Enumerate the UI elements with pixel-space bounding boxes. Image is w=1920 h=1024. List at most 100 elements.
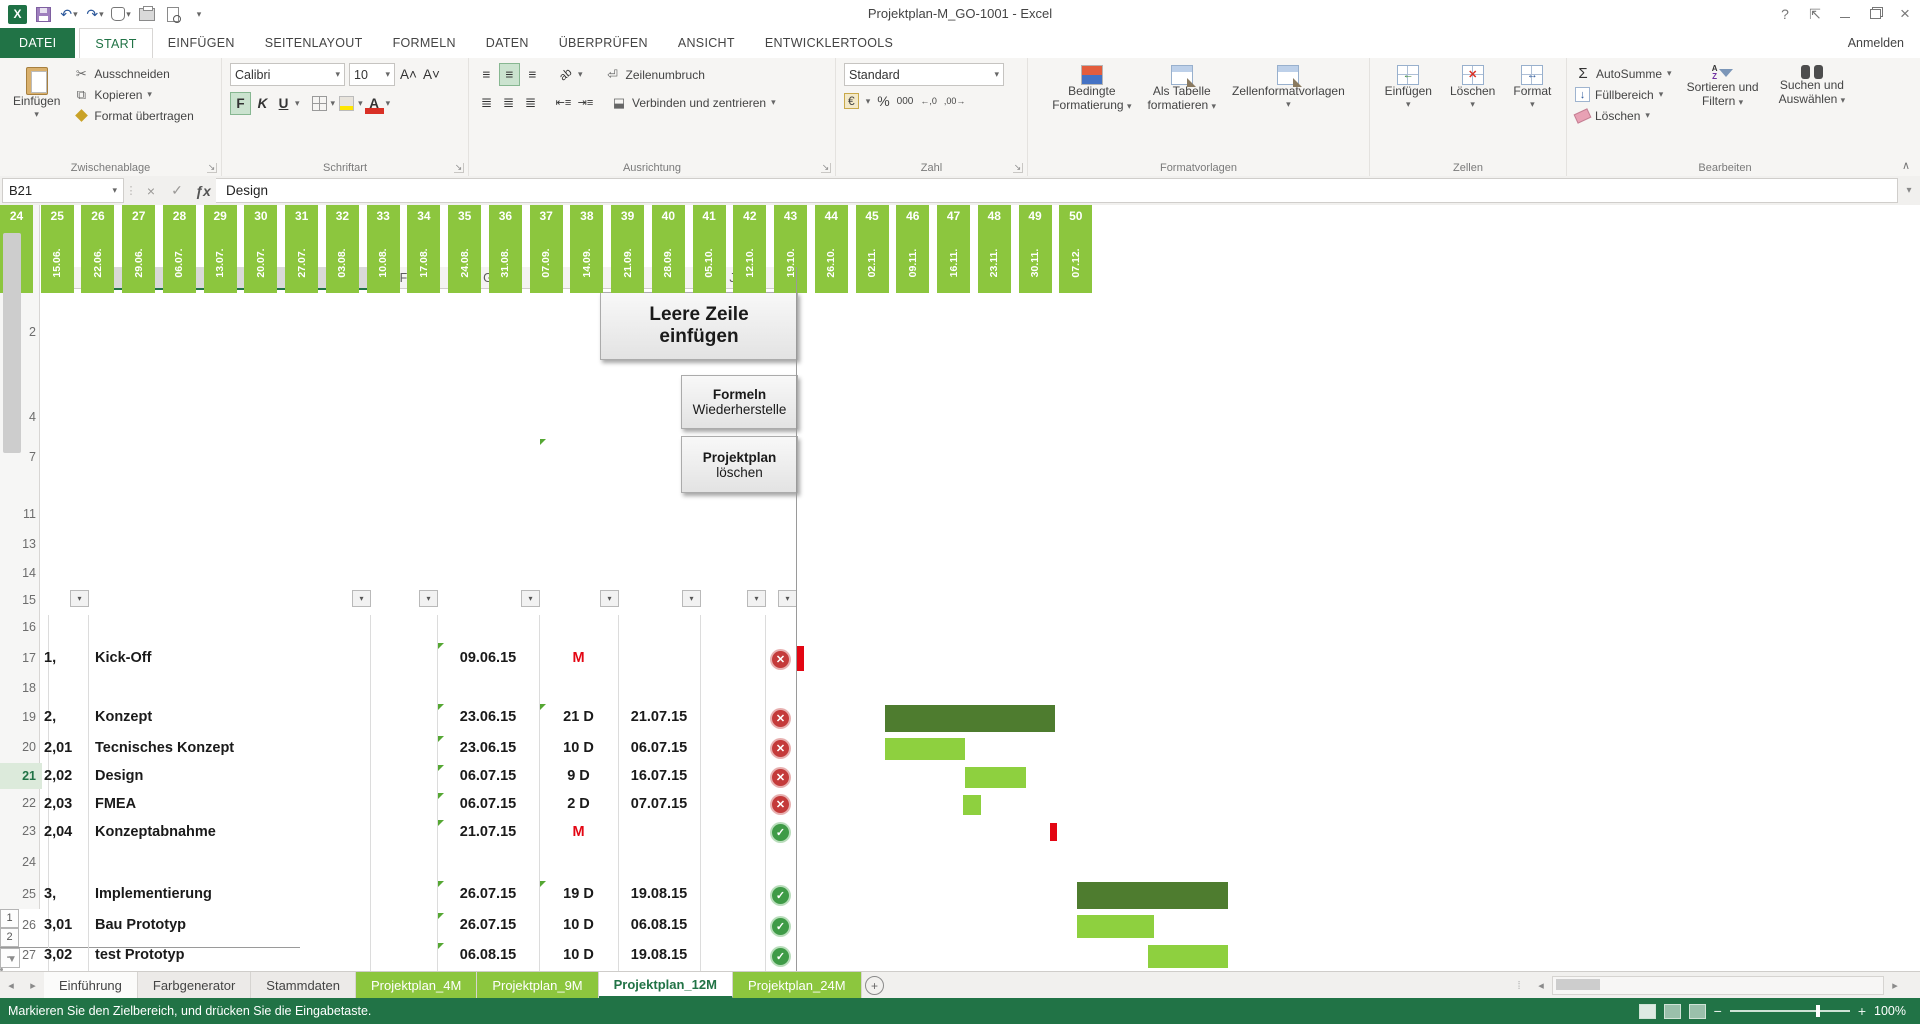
cut-button[interactable]: ✂Ausschneiden: [73, 63, 193, 84]
vscroll-down-icon[interactable]: ▼: [0, 947, 24, 971]
redo-icon[interactable]: ↷▾: [85, 4, 105, 24]
delete-plan-button[interactable]: Projektplanlöschen: [681, 436, 798, 493]
zoom-level[interactable]: 100%: [1874, 1004, 1906, 1018]
align-top-icon[interactable]: ≡: [477, 64, 496, 85]
cell-ende[interactable]: 07.07.15: [618, 796, 700, 812]
enter-icon[interactable]: ✓: [164, 176, 190, 205]
align-left-icon[interactable]: ≣: [477, 92, 496, 113]
new-sheet-button[interactable]: +: [862, 972, 888, 999]
row-header-21[interactable]: 21: [0, 763, 42, 789]
tab-überprüfen[interactable]: ÜBERPRÜFEN: [544, 28, 663, 58]
normal-view-icon[interactable]: [1639, 1004, 1656, 1019]
hscroll-thumb[interactable]: [1556, 979, 1600, 990]
cell-nr[interactable]: 3,01: [44, 917, 72, 933]
borders-dropdown-icon[interactable]: ▾: [331, 98, 336, 109]
row-header-17[interactable]: 17: [0, 641, 42, 675]
tab-datei[interactable]: DATEI: [0, 28, 75, 58]
decrease-decimal-icon[interactable]: ,00→: [944, 96, 966, 106]
page-break-view-icon[interactable]: [1689, 1004, 1706, 1019]
cell-start[interactable]: 21.07.15: [437, 824, 539, 840]
row-header-13[interactable]: 13: [0, 535, 42, 553]
format-cells-button[interactable]: ↔ Format▾: [1508, 63, 1556, 111]
cell-task[interactable]: Kick-Off: [95, 650, 151, 666]
align-middle-icon[interactable]: ≡: [499, 63, 520, 86]
cell-start[interactable]: 23.06.15: [437, 709, 539, 725]
fill-button[interactable]: ↓Füllbereich ▾: [1575, 84, 1672, 105]
cell-nr[interactable]: 2,01: [44, 740, 72, 756]
minimize-icon[interactable]: [1830, 2, 1860, 26]
help-icon[interactable]: ?: [1770, 2, 1800, 26]
restore-formulas-button[interactable]: FormelnWiederherstelle: [681, 375, 798, 429]
insert-function-icon[interactable]: ƒx: [190, 176, 216, 205]
bold-button[interactable]: F: [230, 92, 251, 115]
filter-dropdown-icon[interactable]: ▾: [682, 590, 701, 607]
undo-icon[interactable]: ↶▾: [59, 4, 79, 24]
cell-ende[interactable]: 19.08.15: [618, 947, 700, 963]
sheet-tab-einführung[interactable]: Einführung: [44, 972, 138, 999]
number-format-select[interactable]: Standard▾: [844, 63, 1004, 86]
fill-color-icon[interactable]: [337, 93, 356, 114]
grow-font-button[interactable]: A˄: [399, 64, 418, 85]
name-box[interactable]: B21▾: [2, 178, 124, 203]
clear-button[interactable]: Löschen ▾: [1575, 105, 1672, 126]
hscroll-track[interactable]: [1552, 976, 1884, 995]
cell-dauer[interactable]: 10 D: [539, 917, 618, 933]
conditional-formatting-button[interactable]: BedingteFormatierung ▾: [1047, 63, 1136, 115]
cell-task[interactable]: FMEA: [95, 796, 136, 812]
quick-print-icon[interactable]: [137, 4, 157, 24]
cell-dauer[interactable]: 10 D: [539, 740, 618, 756]
percent-style-icon[interactable]: %: [877, 93, 889, 109]
cell-nr[interactable]: 2,: [44, 709, 56, 725]
cell-ende[interactable]: 21.07.15: [618, 709, 700, 725]
row-header-26[interactable]: 26: [0, 911, 42, 939]
filter-dropdown-icon[interactable]: ▾: [600, 590, 619, 607]
cell-start[interactable]: 26.07.15: [437, 917, 539, 933]
page-layout-view-icon[interactable]: [1664, 1004, 1681, 1019]
tab-einfügen[interactable]: EINFÜGEN: [153, 28, 250, 58]
format-painter-button[interactable]: Format übertragen: [73, 105, 193, 126]
zoom-slider[interactable]: [1730, 1010, 1850, 1012]
font-size-select[interactable]: 10▾: [349, 63, 395, 86]
collapse-ribbon-icon[interactable]: ∧: [1902, 159, 1910, 172]
cell-nr[interactable]: 2,02: [44, 768, 72, 784]
filter-dropdown-icon[interactable]: ▾: [747, 590, 766, 607]
fill-color-dropdown-icon[interactable]: ▾: [358, 98, 363, 109]
cell-ende[interactable]: 06.07.15: [618, 740, 700, 756]
row-header-14[interactable]: 14: [0, 564, 42, 582]
row-header-23[interactable]: 23: [0, 818, 42, 845]
sheet-tab-projektplan_12m[interactable]: Projektplan_12M: [599, 972, 733, 999]
cell-task[interactable]: Design: [95, 768, 143, 784]
filter-dropdown-icon[interactable]: ▾: [778, 590, 797, 607]
sort-filter-button[interactable]: AZ Sortieren undFiltern ▾: [1682, 63, 1764, 111]
cell-dauer[interactable]: 21 D: [539, 709, 618, 725]
cell-start[interactable]: 06.07.15: [437, 796, 539, 812]
sheet-tab-farbgenerator[interactable]: Farbgenerator: [138, 972, 251, 999]
save-icon[interactable]: [33, 4, 53, 24]
row-header-24[interactable]: 24: [0, 847, 42, 877]
format-as-table-button[interactable]: Als Tabelleformatieren ▾: [1142, 63, 1221, 115]
tab-formeln[interactable]: FORMELN: [378, 28, 471, 58]
number-dialog-launcher-icon[interactable]: ↘: [1013, 163, 1023, 173]
decrease-indent-icon[interactable]: ⇤≡: [554, 92, 573, 113]
print-preview-icon[interactable]: [163, 4, 183, 24]
align-bottom-icon[interactable]: ≡: [523, 64, 542, 85]
sheet-tab-projektplan_24m[interactable]: Projektplan_24M: [733, 972, 862, 999]
font-dialog-launcher-icon[interactable]: ↘: [454, 163, 464, 173]
formula-bar-expand-icon[interactable]: ▾: [1898, 176, 1920, 205]
zoom-slider-thumb[interactable]: [1816, 1005, 1820, 1017]
row-header-16[interactable]: 16: [0, 615, 42, 639]
cell-start[interactable]: 06.07.15: [437, 768, 539, 784]
hscroll-splitter-icon[interactable]: ⁞: [1508, 980, 1530, 992]
vscroll-thumb[interactable]: [3, 233, 21, 453]
cell-start[interactable]: 09.06.15: [437, 650, 539, 666]
row-header-25[interactable]: 25: [0, 879, 42, 909]
accounting-format-icon[interactable]: €: [844, 93, 859, 109]
align-right-icon[interactable]: ≣: [521, 92, 540, 113]
borders-icon[interactable]: [310, 93, 329, 114]
wrap-text-button[interactable]: ⏎Zeilenumbruch: [605, 64, 705, 85]
cell-nr[interactable]: 1,: [44, 650, 56, 666]
align-center-icon[interactable]: ≣: [499, 92, 518, 113]
cell-dauer[interactable]: 2 D: [539, 796, 618, 812]
zoom-in-icon[interactable]: +: [1858, 1003, 1866, 1019]
sheet-tab-projektplan_4m[interactable]: Projektplan_4M: [356, 972, 477, 999]
